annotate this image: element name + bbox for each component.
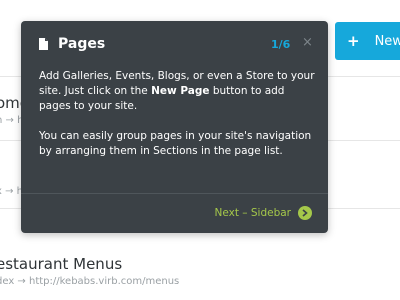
tour-popover: Pages 1/6 × Add Galleries, Events, Blogs… [21,21,328,233]
plus-icon: + [347,32,360,50]
tour-step-counter: 1/6 [271,38,291,51]
tour-text-bold: New Page [151,85,210,97]
tour-next-label: Next – Sidebar [214,207,291,219]
tour-next-button[interactable]: Next – Sidebar [214,206,312,220]
new-page-button-label: New [374,33,400,49]
chevron-right-icon [298,206,312,220]
tour-divider [21,193,328,194]
page-list-item-title[interactable]: estaurant Menus [0,255,122,273]
tour-paragraph: Add Galleries, Events, Blogs, or even a … [39,69,319,114]
close-icon[interactable]: × [302,35,313,50]
tour-header: Pages 1/6 × [21,21,328,67]
tour-body: Add Galleries, Events, Blogs, or even a … [39,69,319,159]
tour-title: Pages [58,36,106,52]
tour-paragraph: You can easily group pages in your site'… [39,130,312,157]
new-page-button[interactable]: + New [335,22,400,60]
document-icon [39,38,48,50]
page-list-item-url: dex → http://kebabs.virb.com/menus [0,276,180,287]
